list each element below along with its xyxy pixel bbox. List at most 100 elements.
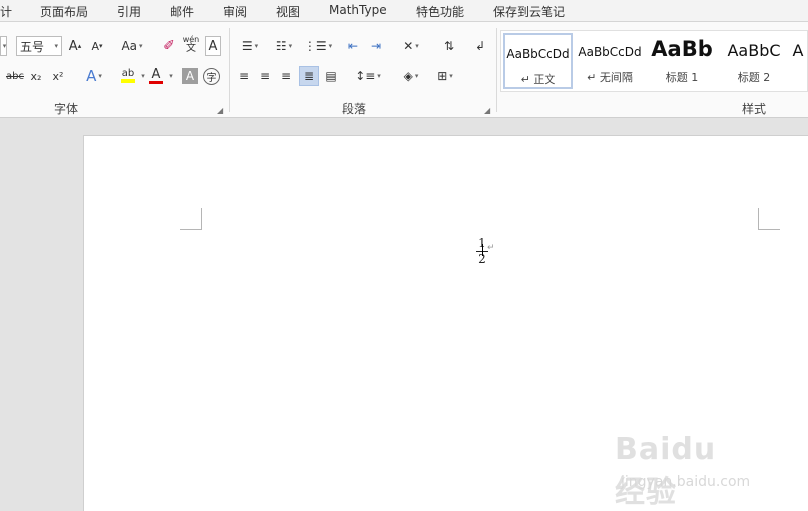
style-heading-1[interactable]: AaBb 标题 1 bbox=[647, 33, 717, 89]
tab-special-features[interactable]: 特色功能 bbox=[416, 3, 464, 20]
increase-indent-icon: ⇥ bbox=[370, 39, 382, 53]
justify-icon: ≣ bbox=[303, 69, 315, 83]
shrink-font-icon: A bbox=[91, 39, 99, 53]
distributed-icon: ▤ bbox=[325, 69, 337, 83]
style-preview: A bbox=[792, 41, 804, 60]
highlight-dropdown[interactable]: ▾ bbox=[139, 66, 145, 86]
style-normal[interactable]: AaBbCcDd ↵ 正文 bbox=[503, 33, 573, 89]
margin-corner-top-left bbox=[180, 208, 202, 230]
style-name: 标题 2 bbox=[737, 71, 771, 84]
character-border-icon: A bbox=[208, 38, 218, 54]
font-group-label: 字体 bbox=[54, 102, 79, 116]
change-case-button[interactable]: Aa ▾ bbox=[118, 36, 146, 56]
borders-button[interactable]: ⊞ ▾ bbox=[430, 66, 460, 86]
superscript-icon: x² bbox=[52, 69, 64, 83]
sort-icon: ⇅ bbox=[443, 39, 455, 53]
superscript-button[interactable]: x² bbox=[50, 66, 66, 86]
tab-review[interactable]: 审阅 bbox=[223, 3, 247, 20]
font-color-icon: A bbox=[151, 66, 161, 82]
align-left-button[interactable]: ≡ bbox=[236, 66, 252, 86]
style-preview: AaBbCcDd bbox=[506, 47, 570, 61]
character-shading-button[interactable]: A bbox=[182, 68, 198, 84]
sort-button[interactable]: ⇅ bbox=[440, 36, 458, 56]
clear-formatting-button[interactable]: ✐ bbox=[160, 36, 178, 56]
shrink-font-button[interactable]: A ▾ bbox=[89, 36, 105, 56]
grow-font-button[interactable]: A ▴ bbox=[67, 36, 83, 56]
line-spacing-icon: ↕≡ bbox=[355, 69, 376, 83]
distributed-button[interactable]: ▤ bbox=[323, 66, 339, 86]
styles-group-label: 样式 bbox=[742, 102, 767, 116]
shading-button[interactable]: ◈ ▾ bbox=[395, 66, 427, 86]
style-heading-2[interactable]: AaBbC 标题 2 bbox=[719, 33, 789, 89]
paint-bucket-icon: ◈ bbox=[403, 69, 413, 83]
style-no-spacing[interactable]: AaBbCcDd ↵ 无间隔 bbox=[575, 33, 645, 89]
bullets-button[interactable]: ☰ ▾ bbox=[236, 36, 264, 56]
pinyin-guide-button[interactable]: wén 文 bbox=[182, 34, 200, 54]
align-center-button[interactable]: ≡ bbox=[257, 66, 273, 86]
highlight-icon: ab bbox=[121, 68, 135, 79]
character-border-button[interactable]: A bbox=[205, 36, 221, 56]
style-title[interactable]: A bbox=[787, 33, 808, 89]
eraser-icon: ✐ bbox=[163, 38, 175, 54]
decrease-indent-button[interactable]: ⇤ bbox=[344, 36, 362, 56]
font-size-value: 五号 bbox=[20, 39, 45, 54]
font-dialog-launcher-icon[interactable]: ◢ bbox=[217, 106, 223, 115]
align-right-button[interactable]: ≡ bbox=[278, 66, 294, 86]
chinese-layout-icon: ✕ bbox=[403, 39, 414, 53]
font-name-dropdown[interactable]: ▾ bbox=[0, 36, 7, 56]
grow-font-icon: A bbox=[68, 38, 78, 54]
chinese-layout-button[interactable]: ✕ ▾ bbox=[397, 36, 425, 56]
group-divider bbox=[496, 28, 497, 112]
margin-corner-top-right bbox=[758, 208, 780, 230]
paragraph-mark: ↵ bbox=[487, 243, 495, 253]
change-case-icon: Aa bbox=[121, 39, 138, 53]
multilevel-list-button[interactable]: ⋮☰ ▾ bbox=[304, 36, 332, 56]
tab-design[interactable]: 计 bbox=[0, 3, 12, 20]
paragraph-group-label: 段落 bbox=[342, 102, 367, 116]
style-name: ↵ 无间隔 bbox=[587, 71, 633, 84]
show-marks-button[interactable]: ↲ bbox=[472, 36, 488, 56]
enclose-characters-button[interactable]: 字 bbox=[203, 68, 220, 85]
numbered-list-icon: ☷ bbox=[275, 39, 287, 53]
tab-view[interactable]: 视图 bbox=[276, 3, 300, 20]
text-cursor bbox=[482, 244, 483, 256]
justify-button[interactable]: ≣ bbox=[299, 66, 319, 86]
paragraph-dialog-launcher-icon[interactable]: ◢ bbox=[484, 106, 490, 115]
subscript-button[interactable]: x₂ bbox=[28, 66, 44, 86]
numbering-button[interactable]: ☷ ▾ bbox=[270, 36, 298, 56]
align-right-icon: ≡ bbox=[280, 69, 292, 83]
style-preview: AaBbC bbox=[727, 41, 781, 60]
character-shading-icon: A bbox=[185, 69, 195, 83]
tab-references[interactable]: 引用 bbox=[117, 3, 141, 20]
multilevel-list-icon: ⋮☰ bbox=[303, 39, 327, 53]
text-effects-button[interactable]: A ▾ bbox=[80, 66, 108, 86]
style-preview: AaBb bbox=[651, 37, 713, 61]
align-center-icon: ≡ bbox=[259, 69, 271, 83]
ribbon: ▾ 五号 ▾ A ▴ A ▾ Aa ▾ ✐ wén 文 A abc x₂ x² A ▾ … bbox=[0, 22, 808, 118]
font-color-bar bbox=[149, 80, 163, 84]
align-left-icon: ≡ bbox=[238, 69, 250, 83]
strikethrough-icon: abc bbox=[6, 70, 24, 82]
font-color-dropdown[interactable]: ▾ bbox=[166, 66, 174, 86]
styles-gallery: AaBbCcDd ↵ 正文 AaBbCcDd ↵ 无间隔 AaBb 标题 1 A… bbox=[500, 30, 808, 92]
line-spacing-button[interactable]: ↕≡ ▾ bbox=[354, 66, 382, 86]
tab-mailings[interactable]: 邮件 bbox=[170, 3, 194, 20]
pinyin-guide-bottom: 文 bbox=[186, 43, 196, 54]
text-effects-icon: A bbox=[86, 67, 97, 85]
strikethrough-button[interactable]: abc bbox=[4, 66, 26, 86]
style-name: 标题 1 bbox=[665, 71, 699, 84]
watermark-logo: Baidu经验 bbox=[615, 432, 717, 510]
bullet-list-icon: ☰ bbox=[241, 39, 253, 53]
group-divider bbox=[229, 28, 230, 112]
style-name: ↵ 正文 bbox=[520, 73, 556, 86]
tab-mathtype[interactable]: MathType bbox=[329, 3, 387, 17]
tab-page-layout[interactable]: 页面布局 bbox=[40, 3, 88, 20]
font-size-dropdown[interactable]: 五号 ▾ bbox=[16, 36, 62, 56]
increase-indent-button[interactable]: ⇥ bbox=[367, 36, 385, 56]
chevron-down-icon: ▾ bbox=[54, 42, 58, 50]
font-color-button[interactable]: A bbox=[146, 66, 166, 86]
highlight-color-bar bbox=[121, 79, 135, 83]
paragraph-mark-icon: ↲ bbox=[474, 39, 486, 53]
style-preview: AaBbCcDd bbox=[578, 45, 642, 59]
tab-save-to-cloud-note[interactable]: 保存到云笔记 bbox=[493, 3, 565, 20]
